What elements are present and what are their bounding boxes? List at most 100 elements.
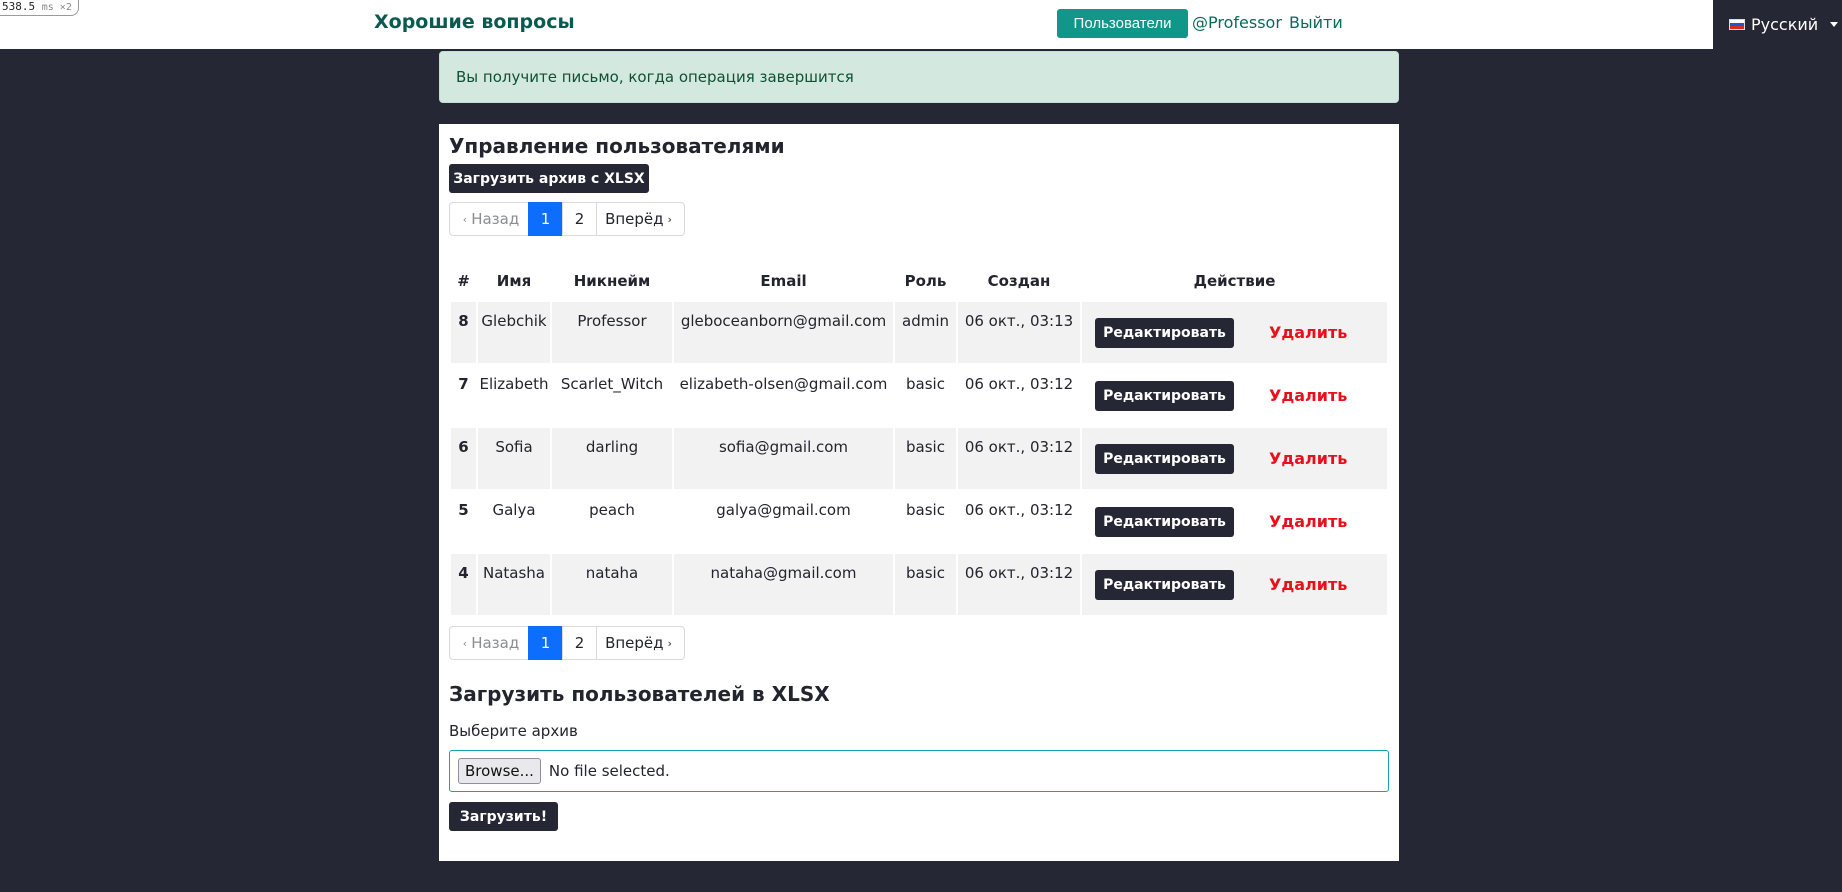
chevron-down-icon xyxy=(1830,22,1839,27)
pagination-page-1[interactable]: 1 xyxy=(528,202,563,236)
russia-flag-icon xyxy=(1729,19,1745,30)
cell-name: Glebchik xyxy=(478,302,550,363)
delete-user-link[interactable]: Удалить xyxy=(1269,386,1347,405)
language-dropdown[interactable]: Русский xyxy=(1713,0,1842,49)
cell-nickname: peach xyxy=(589,501,635,519)
col-header-id: # xyxy=(457,272,470,290)
pagination-bottom: ‹ Назад 1 2 Вперёд › xyxy=(449,626,685,660)
cell-role: admin xyxy=(895,302,956,363)
col-header-nickname: Никнейм xyxy=(573,272,651,290)
file-input[interactable]: Browse... No file selected. xyxy=(449,750,1389,792)
cell-role: basic xyxy=(906,375,945,393)
col-header-name: Имя xyxy=(496,272,532,290)
col-header-action: Действие xyxy=(1193,272,1276,290)
cell-created: 06 окт., 03:12 xyxy=(964,501,1074,519)
cell-nickname: nataha xyxy=(552,554,672,615)
cell-id: 7 xyxy=(458,375,469,393)
pagination-page-2[interactable]: 2 xyxy=(562,202,597,236)
chevron-right-icon: › xyxy=(667,636,672,650)
cell-id: 8 xyxy=(451,302,476,363)
table-row: 5 Galya peach galya@gmail.com basic 06 окт., … xyxy=(451,491,1387,552)
row-actions: Редактировать Удалить xyxy=(1082,506,1387,537)
alert-text: Вы получите письмо, когда операция завер… xyxy=(456,68,854,86)
cell-actions: Редактировать Удалить xyxy=(1082,428,1387,489)
pagination-next[interactable]: Вперёд › xyxy=(596,626,685,660)
download-xlsx-archive-button[interactable]: Загрузить архив с XLSX xyxy=(449,164,649,193)
delete-user-link[interactable]: Удалить xyxy=(1269,323,1347,342)
users-table: # Имя Никнейм Email Роль Создан Действие… xyxy=(449,260,1389,617)
table-row: 4 Natasha nataha nataha@gmail.com basic 06 ок… xyxy=(451,554,1387,615)
chevron-right-icon: › xyxy=(667,212,672,226)
cell-created: 06 окт., 03:12 xyxy=(958,428,1080,489)
pagination-page-1[interactable]: 1 xyxy=(528,626,563,660)
upload-submit-button[interactable]: Загрузить! xyxy=(449,802,558,831)
cell-nickname: Scarlet_Witch xyxy=(560,375,664,393)
cell-email: sofia@gmail.com xyxy=(674,428,893,489)
cell-role: basic xyxy=(906,501,945,519)
chevron-left-icon: ‹ xyxy=(462,636,468,650)
cell-role: basic xyxy=(895,428,956,489)
language-label: Русский xyxy=(1751,15,1819,34)
delete-user-link[interactable]: Удалить xyxy=(1269,512,1347,531)
cell-id: 5 xyxy=(458,501,469,519)
pagination-next-label: Вперёд xyxy=(605,634,664,652)
col-header-email: Email xyxy=(760,272,807,290)
cell-actions: Редактировать Удалить xyxy=(1082,365,1387,426)
row-actions: Редактировать Удалить xyxy=(1082,443,1387,474)
file-input-label: Выберите архив xyxy=(449,722,578,740)
cell-email: nataha@gmail.com xyxy=(674,554,893,615)
page-title: Управление пользователями xyxy=(449,134,785,158)
col-header-created: Создан xyxy=(987,272,1051,290)
edit-user-button[interactable]: Редактировать xyxy=(1095,443,1234,474)
cell-actions: Редактировать Удалить xyxy=(1082,302,1387,363)
cell-actions: Редактировать Удалить xyxy=(1082,491,1387,552)
cell-created: 06 окт., 03:12 xyxy=(958,554,1080,615)
perf-value: 538.5 xyxy=(2,0,36,13)
cell-id: 4 xyxy=(451,554,476,615)
profile-link[interactable]: @Professor xyxy=(1192,13,1282,32)
pagination-page-2[interactable]: 2 xyxy=(562,626,597,660)
cell-email: gleboceanborn@gmail.com xyxy=(674,302,893,363)
browse-button[interactable]: Browse... xyxy=(458,758,541,784)
cell-actions: Редактировать Удалить xyxy=(1082,554,1387,615)
cell-email: galya@gmail.com xyxy=(716,501,851,519)
perf-counter: 538.5 ms ×2 xyxy=(0,0,79,16)
pagination-prev[interactable]: ‹ Назад xyxy=(449,202,529,236)
users-panel: Управление пользователями Загрузить архи… xyxy=(439,124,1399,861)
col-header-role: Роль xyxy=(904,272,947,290)
cell-created: 06 окт., 03:12 xyxy=(964,375,1074,393)
logout-link[interactable]: Выйти xyxy=(1289,13,1343,32)
cell-name: Sofia xyxy=(478,428,550,489)
delete-user-link[interactable]: Удалить xyxy=(1269,449,1347,468)
edit-user-button[interactable]: Редактировать xyxy=(1095,506,1234,537)
cell-nickname: darling xyxy=(552,428,672,489)
delete-user-link[interactable]: Удалить xyxy=(1269,575,1347,594)
edit-user-button[interactable]: Редактировать xyxy=(1095,569,1234,600)
row-actions: Редактировать Удалить xyxy=(1082,569,1387,600)
cell-name: Galya xyxy=(492,501,536,519)
table-row: 6 Sofia darling sofia@gmail.com basic 06 окт.… xyxy=(451,428,1387,489)
edit-user-button[interactable]: Редактировать xyxy=(1095,380,1234,411)
cell-nickname: Professor xyxy=(552,302,672,363)
row-actions: Редактировать Удалить xyxy=(1082,380,1387,411)
cell-role: basic xyxy=(895,554,956,615)
pagination-next[interactable]: Вперёд › xyxy=(596,202,685,236)
upload-section-title: Загрузить пользователей в XLSX xyxy=(449,682,830,706)
pagination-prev-label: Назад xyxy=(471,634,520,652)
edit-user-button[interactable]: Редактировать xyxy=(1095,317,1234,348)
cell-name: Elizabeth xyxy=(479,375,549,393)
pagination-next-label: Вперёд xyxy=(605,210,664,228)
top-navbar: Хорошие вопросы Пользователи @Professor … xyxy=(0,0,1713,49)
table-row: 8 Glebchik Professor gleboceanborn@gmail.co… xyxy=(451,302,1387,363)
file-status: No file selected. xyxy=(548,762,670,780)
table-header-row: # Имя Никнейм Email Роль Создан Действие xyxy=(451,262,1387,300)
pagination-prev[interactable]: ‹ Назад xyxy=(449,626,529,660)
pagination-top: ‹ Назад 1 2 Вперёд › xyxy=(449,202,685,236)
cell-email: elizabeth-olsen@gmail.com xyxy=(679,375,888,393)
brand-link[interactable]: Хорошие вопросы xyxy=(374,11,575,33)
cell-created: 06 окт., 03:13 xyxy=(958,302,1080,363)
chevron-left-icon: ‹ xyxy=(462,212,468,226)
users-nav-button[interactable]: Пользователи xyxy=(1057,9,1188,38)
cell-id: 6 xyxy=(451,428,476,489)
row-actions: Редактировать Удалить xyxy=(1082,317,1387,348)
